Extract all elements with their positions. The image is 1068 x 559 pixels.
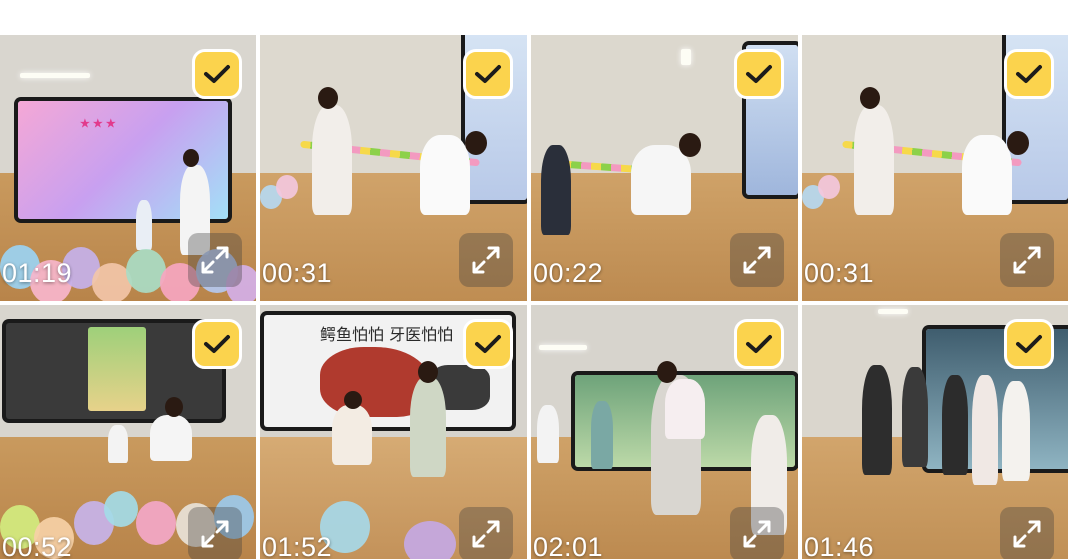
checkmark-icon bbox=[746, 335, 772, 353]
video-thumbnail-2[interactable]: 00:31 bbox=[260, 35, 527, 301]
expand-arrows-icon bbox=[472, 520, 500, 548]
expand-button[interactable] bbox=[459, 233, 513, 287]
video-thumbnail-6[interactable]: 鳄鱼怕怕 牙医怕怕 01:52 bbox=[260, 305, 527, 559]
poster-title: 鳄鱼怕怕 牙医怕怕 bbox=[320, 325, 454, 344]
expand-button[interactable] bbox=[730, 507, 784, 559]
checkmark-icon bbox=[1016, 335, 1042, 353]
video-duration: 01:19 bbox=[2, 258, 73, 288]
checkmark-icon bbox=[475, 65, 501, 83]
expand-button[interactable] bbox=[730, 233, 784, 287]
selected-check-badge[interactable] bbox=[734, 49, 784, 99]
expand-arrows-icon bbox=[743, 246, 771, 274]
selected-check-badge[interactable] bbox=[192, 319, 242, 369]
expand-arrows-icon bbox=[201, 520, 229, 548]
expand-button[interactable] bbox=[188, 233, 242, 287]
selected-check-badge[interactable] bbox=[463, 319, 513, 369]
checkmark-icon bbox=[204, 335, 230, 353]
checkmark-icon bbox=[1016, 65, 1042, 83]
video-thumbnail-7[interactable]: 02:01 bbox=[531, 305, 798, 559]
selected-check-badge[interactable] bbox=[1004, 49, 1054, 99]
video-duration: 00:31 bbox=[262, 258, 333, 288]
expand-button[interactable] bbox=[1000, 233, 1054, 287]
expand-button[interactable] bbox=[188, 507, 242, 559]
selected-check-badge[interactable] bbox=[463, 49, 513, 99]
expand-arrows-icon bbox=[1013, 246, 1041, 274]
video-thumbnail-5[interactable]: 00:52 bbox=[0, 305, 256, 559]
checkmark-icon bbox=[746, 65, 772, 83]
selected-check-badge[interactable] bbox=[734, 319, 784, 369]
selected-check-badge[interactable] bbox=[1004, 319, 1054, 369]
video-thumbnail-1[interactable]: ★ ★ ★ 01:19 bbox=[0, 35, 256, 301]
video-duration: 00:22 bbox=[533, 258, 604, 288]
video-thumbnail-8[interactable]: 01:46 bbox=[802, 305, 1068, 559]
checkmark-icon bbox=[204, 65, 230, 83]
video-duration: 00:31 bbox=[804, 258, 875, 288]
expand-button[interactable] bbox=[1000, 507, 1054, 559]
expand-arrows-icon bbox=[743, 520, 771, 548]
video-grid: ★ ★ ★ 01:19 00:31 00:22 00:31 00:52 鳄鱼怕怕… bbox=[0, 35, 1068, 559]
expand-button[interactable] bbox=[459, 507, 513, 559]
expand-arrows-icon bbox=[201, 246, 229, 274]
video-thumbnail-4[interactable]: 00:31 bbox=[802, 35, 1068, 301]
video-thumbnail-3[interactable]: 00:22 bbox=[531, 35, 798, 301]
expand-arrows-icon bbox=[1013, 520, 1041, 548]
checkmark-icon bbox=[475, 335, 501, 353]
expand-arrows-icon bbox=[472, 246, 500, 274]
selected-check-badge[interactable] bbox=[192, 49, 242, 99]
